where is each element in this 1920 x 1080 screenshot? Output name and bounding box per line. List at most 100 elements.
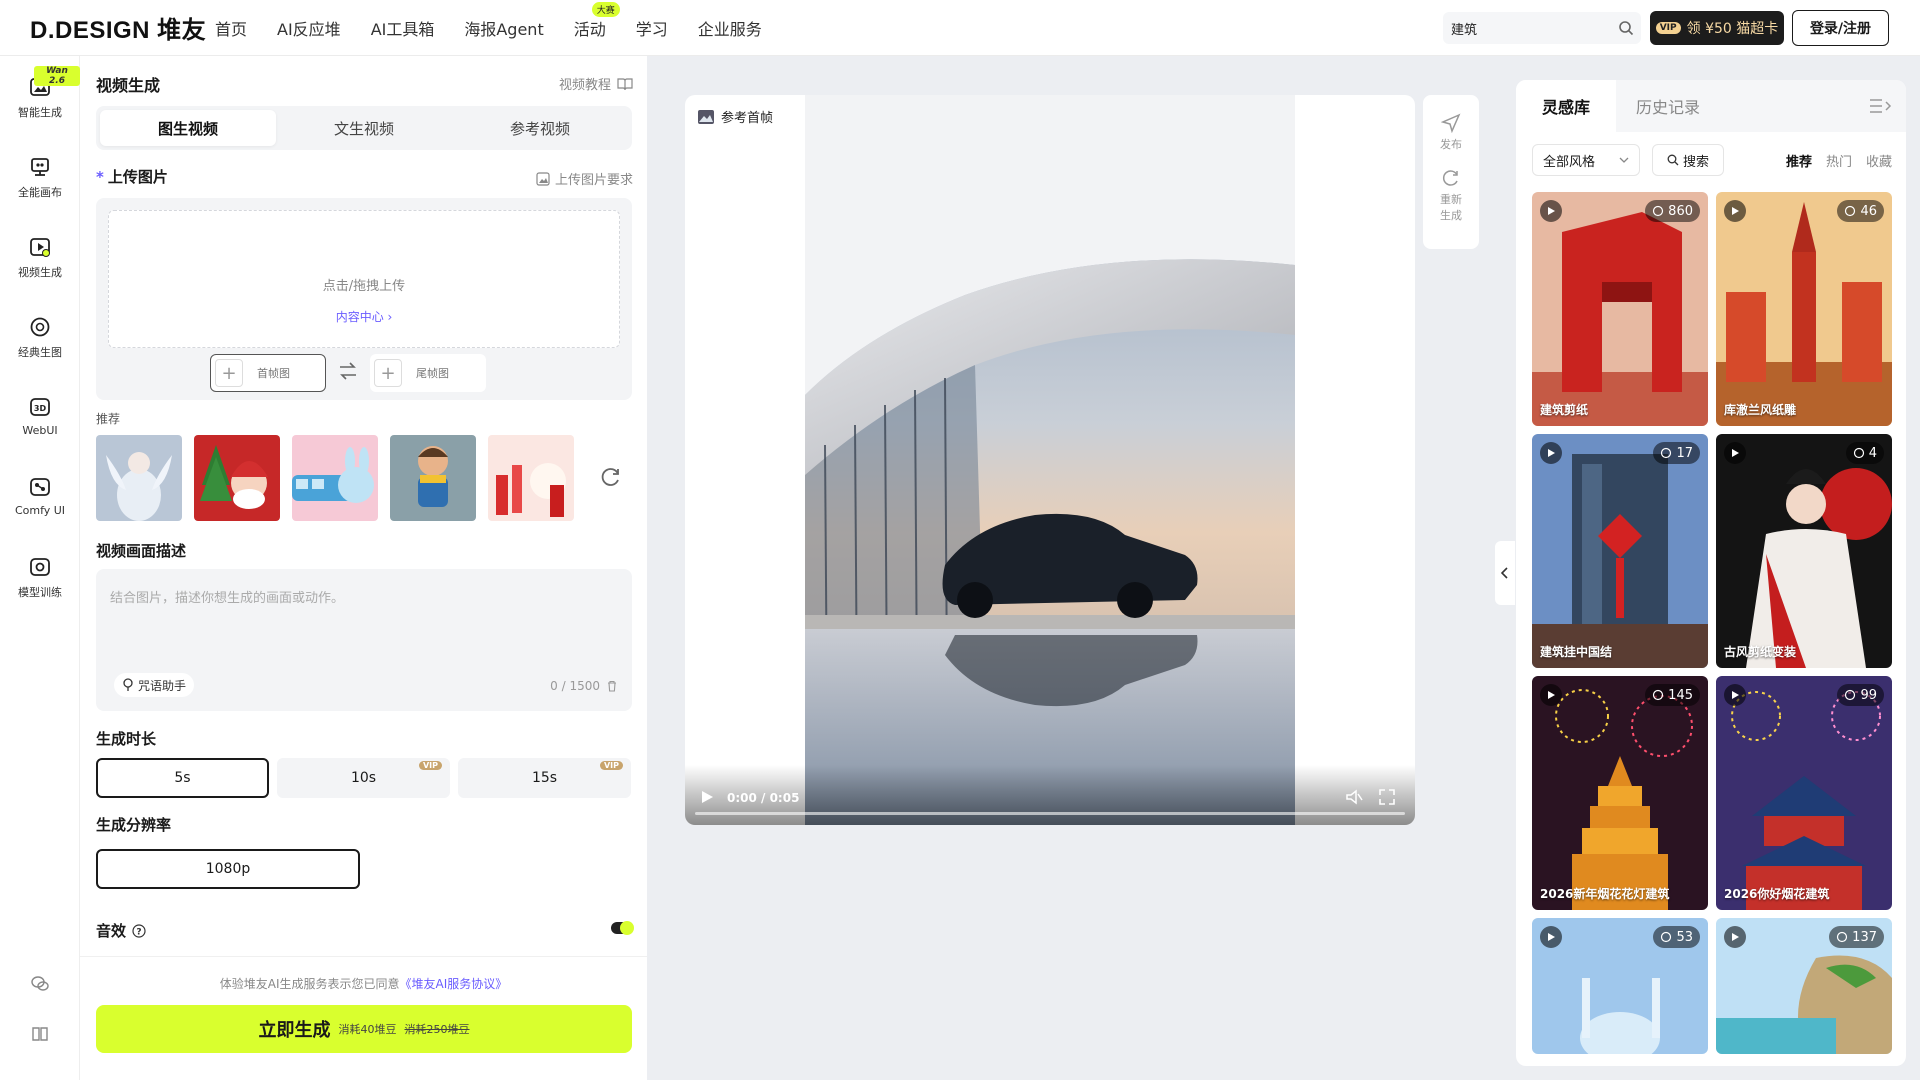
rail-item-model-training[interactable]: 模型训练: [0, 554, 80, 600]
nav-item-enterprise[interactable]: 企业服务: [698, 16, 762, 40]
brand-logo[interactable]: D.DESIGN 堆友: [30, 10, 215, 45]
login-button[interactable]: 登录/注册: [1792, 10, 1889, 46]
inspiration-card[interactable]: 53: [1532, 918, 1708, 1054]
tutorial-label: 视频教程: [558, 78, 611, 93]
agreement-link[interactable]: 《堆友AI服务协议》: [400, 977, 508, 991]
sound-title: 音效 ?: [96, 920, 146, 941]
sort-hot[interactable]: 热门: [1826, 151, 1852, 170]
rail-item-canvas[interactable]: 全能画布: [0, 154, 80, 200]
upload-title: * 上传图片: [96, 166, 168, 187]
nav-menu: 首页 AI反应堆 AI工具箱 海报Agent 活动 大赛 学习 企业服务: [215, 1, 792, 40]
trash-icon[interactable]: [606, 680, 618, 692]
rail-item-comfyui[interactable]: Comfy UI: [0, 474, 80, 517]
rail-item-webui[interactable]: 3D WebUI: [0, 394, 80, 437]
generate-label: 立即生成: [258, 1020, 331, 1041]
mute-icon[interactable]: [1345, 789, 1363, 809]
rail-item-video[interactable]: 视频生成: [0, 234, 80, 280]
nav-item-learn[interactable]: 学习: [636, 16, 668, 40]
rail-label: WebUI: [22, 424, 58, 437]
nav-item-poster-agent[interactable]: 海报Agent: [464, 16, 543, 40]
refresh-icon[interactable]: [600, 466, 622, 492]
inspiration-card[interactable]: 4 古风剪纸变装: [1716, 434, 1892, 668]
char-counter: 0 / 1500: [550, 679, 618, 693]
comment-icon: [1661, 447, 1672, 459]
first-frame-button[interactable]: + 首帧图: [210, 354, 326, 392]
model-icon: [27, 554, 53, 580]
sound-toggle[interactable]: [611, 921, 634, 935]
book-icon[interactable]: [0, 1024, 80, 1044]
sort-favorites[interactable]: 收藏: [1866, 151, 1892, 170]
nav-item-ai-toolbox[interactable]: AI工具箱: [371, 16, 435, 40]
card-title: 2026新年烟花花灯建筑: [1540, 887, 1670, 901]
resolution-title: 生成分辨率: [96, 816, 172, 834]
canvas-icon: [27, 154, 53, 180]
rail-label: 经典生图: [18, 346, 62, 359]
wan-badge: Wan 2.6: [34, 66, 80, 86]
comment-icon: [1653, 205, 1664, 217]
vip-promo-button[interactable]: VIP 领 ¥50 猫超卡: [1650, 11, 1784, 45]
video-preview: 参考首帧 0:00 / 0:05: [685, 95, 1415, 825]
fullscreen-icon[interactable]: [1379, 789, 1395, 809]
regenerate-button[interactable]: 重新 生成: [1423, 168, 1479, 223]
nav-item-ai-reactor[interactable]: AI反应堆: [277, 16, 341, 40]
recommend-thumb[interactable]: [96, 435, 182, 521]
tab-image-to-video[interactable]: 图生视频: [100, 110, 276, 146]
style-dropdown[interactable]: 全部风格: [1532, 144, 1640, 176]
sort-recommended[interactable]: 推荐: [1786, 151, 1812, 170]
content-center-link[interactable]: 内容中心 ›: [109, 308, 619, 325]
nav-item-events[interactable]: 活动 大赛: [574, 1, 620, 40]
duration-5s[interactable]: 5s: [96, 758, 269, 798]
generate-button[interactable]: 立即生成 消耗40堆豆 消耗250堆豆: [96, 1005, 632, 1053]
duration-label: 5s: [174, 770, 191, 786]
nav-item-home[interactable]: 首页: [215, 16, 247, 40]
search-icon[interactable]: [1611, 13, 1641, 43]
rail-label: Comfy UI: [14, 504, 66, 517]
tab-text-to-video[interactable]: 文生视频: [276, 110, 452, 146]
recommend-thumb[interactable]: [390, 435, 476, 521]
image-dropzone[interactable]: 点击/拖拽上传 内容中心 ›: [108, 210, 620, 348]
card-title: 古风剪纸变装: [1724, 645, 1797, 659]
library-search-button[interactable]: 搜索: [1652, 144, 1724, 176]
video-frame[interactable]: [805, 95, 1295, 825]
search-input[interactable]: 建筑: [1443, 12, 1641, 44]
video-progress-bar[interactable]: [695, 812, 1405, 815]
recommend-thumb[interactable]: [488, 435, 574, 521]
tab-history[interactable]: 历史记录: [1636, 80, 1700, 132]
video-tutorial-link[interactable]: 视频教程: [559, 74, 633, 93]
rail-label: 全能画布: [18, 186, 62, 199]
tab-reference-video[interactable]: 参考视频: [452, 110, 628, 146]
duration-10s[interactable]: 10s VIP: [277, 758, 450, 798]
upload-requirements-link[interactable]: 上传图片要求: [536, 169, 633, 188]
resolution-1080p[interactable]: 1080p: [96, 849, 360, 889]
rail-item-classic[interactable]: 经典生图: [0, 314, 80, 360]
search-value: 建筑: [1451, 22, 1478, 38]
rail-item-smart-generate[interactable]: Wan 2.6 智能生成: [0, 66, 80, 120]
recommend-thumb[interactable]: [194, 435, 280, 521]
prompt-helper-label: 咒语助手: [138, 678, 187, 693]
prompt-helper-button[interactable]: 咒语助手: [114, 673, 195, 697]
wechat-icon[interactable]: [0, 974, 80, 994]
collapse-menu-icon[interactable]: [1868, 96, 1892, 120]
inspiration-card[interactable]: 17 建筑挂中国结: [1532, 434, 1708, 668]
prompt-textarea[interactable]: 结合图片，描述你想生成的画面或动作。 咒语助手 0 / 1500: [96, 569, 632, 711]
card-title: 建筑挂中国结: [1540, 645, 1613, 659]
publish-button[interactable]: 发布: [1423, 113, 1479, 152]
rail-label: 视频生成: [18, 266, 62, 279]
inspiration-card[interactable]: 99 2026你好烟花建筑: [1716, 676, 1892, 910]
dropzone-text: 点击/拖拽上传: [322, 279, 406, 294]
play-icon: [1724, 684, 1746, 706]
last-frame-button[interactable]: + 尾帧图: [370, 354, 486, 392]
inspiration-card[interactable]: 860 建筑剪纸: [1532, 192, 1708, 426]
swap-icon[interactable]: [338, 362, 358, 384]
inspiration-card[interactable]: 137: [1716, 918, 1892, 1054]
comment-icon: [1845, 689, 1856, 701]
inspiration-card[interactable]: 46 库澈兰风纸雕: [1716, 192, 1892, 426]
collapse-panel-button[interactable]: [1495, 541, 1515, 605]
recommend-thumb[interactable]: [292, 435, 378, 521]
count-text: 53: [1676, 929, 1693, 945]
inspiration-card[interactable]: 145 2026新年烟花花灯建筑: [1532, 676, 1708, 910]
tab-inspiration[interactable]: 灵感库: [1516, 80, 1616, 132]
help-icon[interactable]: ?: [132, 923, 146, 938]
play-icon[interactable]: [699, 789, 715, 809]
duration-15s[interactable]: 15s VIP: [458, 758, 631, 798]
